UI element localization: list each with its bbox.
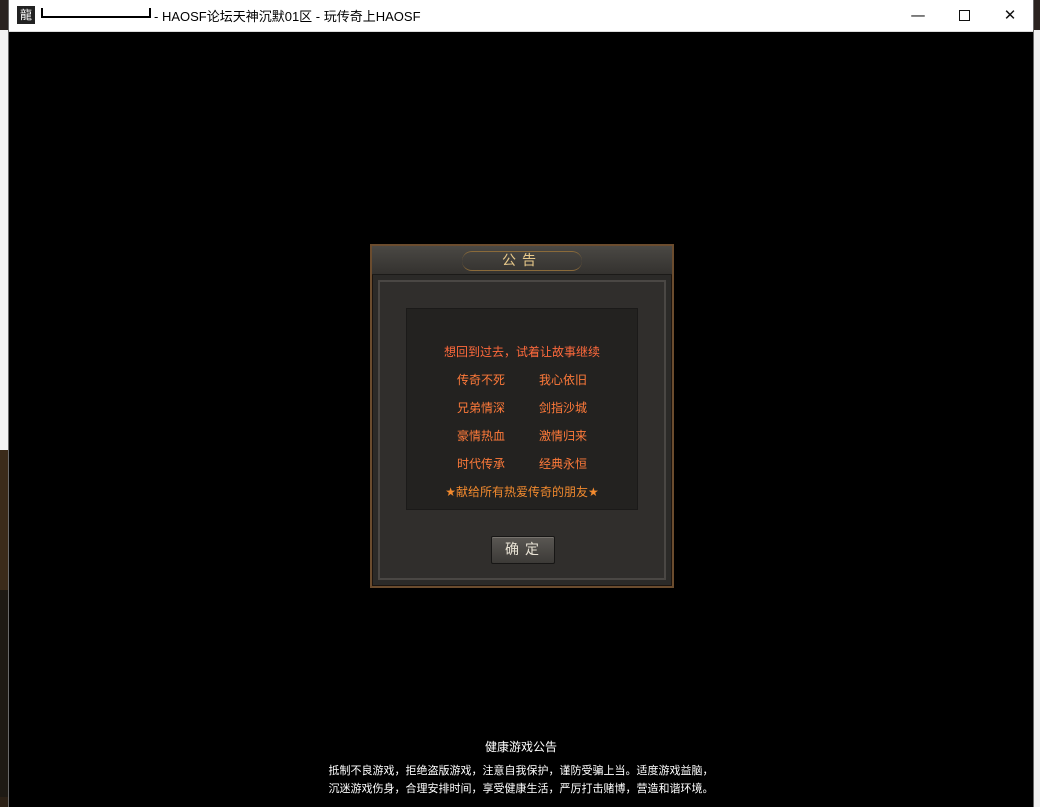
game-canvas[interactable]: 公告 想回到过去，试着让故事继续 传奇不死 我心依旧 兄弟情深 剑指沙城 豪情热… [9, 32, 1033, 807]
maximize-button[interactable] [941, 0, 987, 31]
health-notice-title: 健康游戏公告 [484, 740, 557, 754]
window-title: - HAOSF论坛天神沉默01区 - 玩传奇上HAOSF [154, 9, 421, 24]
notice-phrase: 传奇不死 [456, 373, 505, 387]
notice-phrase: 剑指沙城 [538, 401, 587, 415]
confirm-button[interactable]: 确定 [491, 536, 555, 564]
announcement-dialog: 公告 想回到过去，试着让故事继续 传奇不死 我心依旧 兄弟情深 剑指沙城 豪情热… [370, 244, 674, 588]
dialog-header: 公告 [372, 246, 672, 275]
notice-phrase: 经典永恒 [538, 457, 587, 471]
app-icon: 龍 [17, 6, 35, 24]
maximize-icon [958, 10, 970, 21]
notice-phrase: 豪情热血 [456, 429, 505, 443]
notice-phrase: 激情归来 [538, 429, 587, 443]
minimize-icon: — [910, 6, 926, 24]
notice-headline: 想回到过去，试着让故事继续 [443, 345, 600, 359]
notice-phrase: 我心依旧 [538, 373, 587, 387]
notice-phrase: 兄弟情深 [456, 401, 505, 415]
health-notice-line: 沉迷游戏伤身，合理安排时间，享受健康生活，严厉打击赌博，营造和谐环境。 [328, 782, 714, 795]
title-bar[interactable]: 龍 - HAOSF论坛天神沉默01区 - 玩传奇上HAOSF — ✕ [9, 0, 1033, 32]
dialog-body: 想回到过去，试着让故事继续 传奇不死 我心依旧 兄弟情深 剑指沙城 豪情热血 激… [378, 280, 666, 580]
game-window: 龍 - HAOSF论坛天神沉默01区 - 玩传奇上HAOSF — ✕ 公告 想回… [8, 0, 1034, 807]
close-button[interactable]: ✕ [987, 0, 1033, 31]
dialog-title: 公告 [502, 253, 542, 269]
health-notice-line: 抵制不良游戏，拒绝盗版游戏，注意自我保护，谨防受骗上当。适度游戏益脑， [328, 764, 714, 777]
notice-dedication: ★献给所有热爱传奇的朋友★ [445, 485, 599, 499]
title-redacted-mark [41, 8, 151, 18]
notice-phrase: 时代传承 [456, 457, 505, 471]
close-icon: ✕ [1003, 6, 1017, 24]
minimize-button[interactable]: — [895, 0, 941, 31]
notice-panel: 想回到过去，试着让故事继续 传奇不死 我心依旧 兄弟情深 剑指沙城 豪情热血 激… [406, 308, 638, 510]
